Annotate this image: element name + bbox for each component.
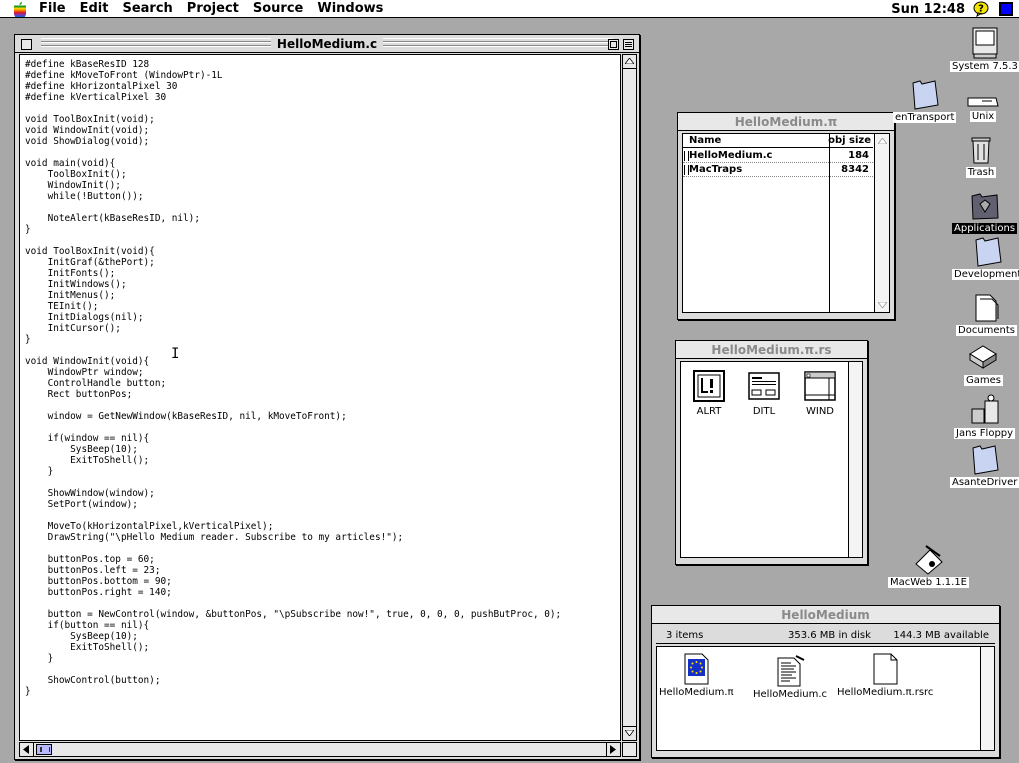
dialog-items-resource-icon <box>748 370 780 402</box>
file-hellomedium-c[interactable]: HelloMedium.c <box>753 655 827 700</box>
resource-ditl[interactable]: DITL <box>744 370 784 417</box>
column-header-size[interactable]: obj size <box>828 135 871 146</box>
source-file-icon <box>774 655 806 687</box>
code-editor[interactable]: #define kBaseResID 128 #define kMoveToFr… <box>19 54 621 741</box>
desktop-icon-asantedriver[interactable]: AsanteDriver <box>950 442 1019 488</box>
menu-edit[interactable]: Edit <box>73 0 116 18</box>
project-window: HelloMedium.π Name obj size HelloMedium.… <box>677 112 895 320</box>
editor-vertical-scrollbar[interactable] <box>622 54 637 741</box>
project-vertical-scrollbar[interactable] <box>874 134 889 312</box>
scroll-down-arrow-icon[interactable] <box>623 726 636 740</box>
help-balloon-icon[interactable]: ? <box>973 1 989 18</box>
project-title: HelloMedium.π <box>728 114 844 130</box>
resource-file-icon <box>869 653 901 685</box>
text-cursor-icon: I <box>171 346 180 362</box>
floppy-icon <box>968 393 1002 427</box>
folder-info-bar: 3 items 353.6 MB in disk 144.3 MB availa… <box>656 628 995 644</box>
menu-windows[interactable]: Windows <box>310 0 390 18</box>
scroll-right-arrow-icon[interactable] <box>606 743 620 756</box>
scroll-thumb[interactable] <box>36 744 52 755</box>
trash-icon <box>964 132 998 166</box>
desktop-icon-jans-floppy[interactable]: Jans Floppy <box>954 393 1016 439</box>
project-file-icon <box>680 653 712 685</box>
resource-wind[interactable]: WIND <box>800 370 840 417</box>
scroll-left-arrow-icon[interactable] <box>20 743 34 756</box>
application-menu-icon[interactable] <box>999 2 1013 16</box>
list-item[interactable]: HelloMedium.c 184 <box>683 149 873 163</box>
menu-project[interactable]: Project <box>180 0 246 18</box>
desktop-icon-unix[interactable]: Unix <box>966 88 1000 122</box>
folder-icon <box>971 234 1005 268</box>
folder-icon <box>908 77 942 111</box>
folder-title: HelloMedium <box>775 607 876 623</box>
editor-window: HelloMedium.c #define kBaseResID 128 #de… <box>14 34 640 760</box>
desktop-icon-applications[interactable]: Applications <box>952 188 1018 234</box>
folder-titlebar[interactable]: HelloMedium <box>652 606 999 624</box>
folder-icon <box>968 442 1002 476</box>
applications-folder-icon <box>968 188 1002 222</box>
desktop-icon-system[interactable]: System 7.5.3 <box>950 26 1019 72</box>
desktop-icon-trash[interactable]: Trash <box>964 132 998 178</box>
folder-window: HelloMedium 3 items 353.6 MB in disk 144… <box>651 605 1000 758</box>
source-code-text[interactable]: #define kBaseResID 128 #define kMoveToFr… <box>20 55 620 697</box>
close-box-icon[interactable] <box>21 39 32 50</box>
menu-bar: File Edit Search Project Source Windows … <box>0 0 1019 18</box>
drive-icon <box>966 88 1000 110</box>
folder-vertical-scrollbar[interactable] <box>981 646 995 751</box>
menu-search[interactable]: Search <box>115 0 179 18</box>
documents-folder-icon <box>970 290 1004 324</box>
apple-menu-icon[interactable] <box>8 0 32 18</box>
file-hellomedium-project[interactable]: HelloMedium.π <box>659 653 734 698</box>
zoom-box-icon[interactable] <box>608 39 619 50</box>
items-count: 3 items <box>666 630 704 641</box>
file-hellomedium-rsrc[interactable]: HelloMedium.π.rsrc <box>837 653 933 698</box>
window-resource-icon <box>804 370 836 402</box>
desktop-icon-entransport[interactable]: enTransport <box>893 77 957 123</box>
macweb-app-icon <box>912 542 946 576</box>
list-header: Name obj size <box>683 134 873 148</box>
editor-title: HelloMedium.c <box>270 36 384 52</box>
editor-titlebar[interactable]: HelloMedium.c <box>15 35 639 53</box>
resource-alrt[interactable]: ALRT <box>689 370 729 417</box>
project-titlebar[interactable]: HelloMedium.π <box>678 113 894 131</box>
collapse-box-icon[interactable] <box>623 39 634 50</box>
resource-list: ALRT DITL WIND <box>680 361 849 558</box>
desktop-icon-macweb[interactable]: MacWeb 1.1.1E <box>888 542 969 588</box>
desktop-icon-games[interactable]: Games <box>964 340 1003 386</box>
hard-disk-icon <box>968 26 1002 60</box>
editor-horizontal-scrollbar[interactable] <box>19 742 621 757</box>
menu-file[interactable]: File <box>32 0 73 18</box>
alert-resource-icon <box>693 370 725 402</box>
menu-clock[interactable]: Sun 12:48 <box>891 2 965 17</box>
resize-grow-box[interactable] <box>622 742 637 757</box>
scroll-down-arrow-icon[interactable] <box>878 302 887 308</box>
column-header-name[interactable]: Name <box>689 135 721 146</box>
resource-titlebar[interactable]: HelloMedium.π.rs <box>676 341 867 359</box>
menu-bar-right: Sun 12:48 ? <box>891 0 1019 18</box>
space-available: 144.3 MB available <box>893 630 989 641</box>
resource-vertical-scrollbar[interactable] <box>849 361 863 558</box>
desktop-icon-documents[interactable]: Documents <box>956 290 1018 336</box>
scroll-up-arrow-icon[interactable] <box>623 55 636 69</box>
folder-contents: HelloMedium.π HelloMedium.c HelloMedium.… <box>656 646 981 751</box>
scroll-up-arrow-icon[interactable] <box>878 138 887 144</box>
list-item[interactable]: MacTraps 8342 <box>683 163 873 177</box>
games-icon <box>966 340 1000 374</box>
project-file-list: Name obj size HelloMedium.c 184 MacTraps… <box>682 133 890 313</box>
desktop-icon-development[interactable]: Development <box>952 234 1019 280</box>
disk-usage: 353.6 MB in disk <box>788 630 871 641</box>
resource-window: HelloMedium.π.rs ALRT DITL WIND <box>675 340 868 565</box>
svg-text:?: ? <box>978 4 984 15</box>
resource-title: HelloMedium.π.rs <box>705 342 838 358</box>
menu-source[interactable]: Source <box>246 0 310 18</box>
